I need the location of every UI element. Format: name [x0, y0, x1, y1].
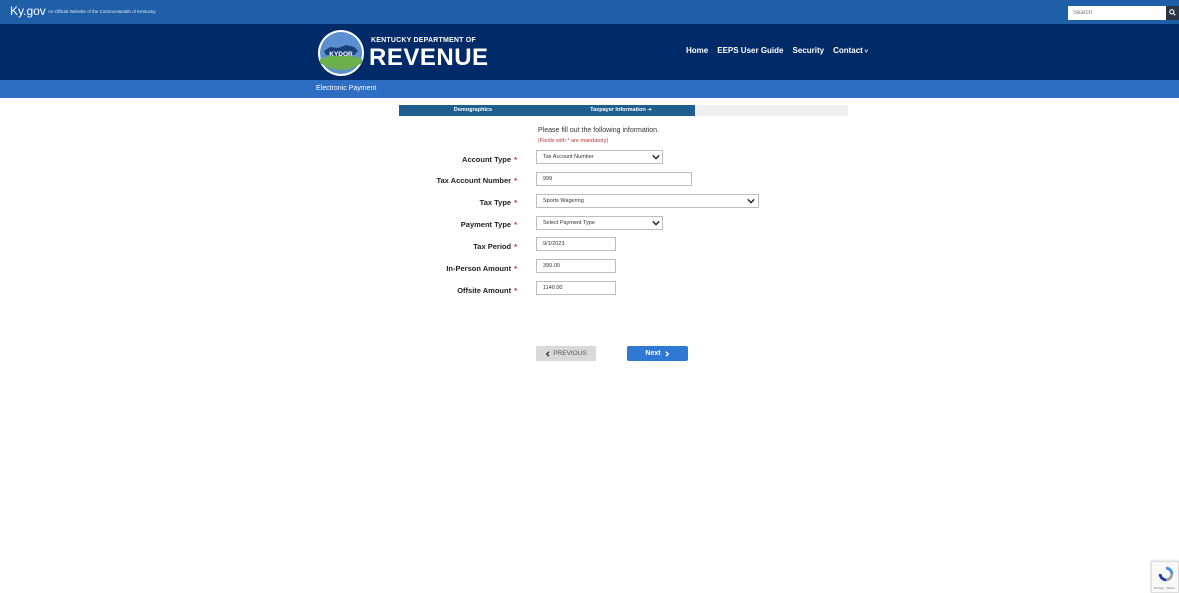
offsite-amount-input[interactable]: 1140.00 [536, 281, 616, 295]
site-title: REVENUE [369, 44, 489, 71]
main-nav: Home EEPS User Guide Security Contact ˅ [686, 46, 868, 55]
tax-account-number-label: Tax Account Number * [297, 176, 517, 185]
required-mark: * [514, 155, 517, 164]
required-mark: * [514, 220, 517, 229]
recaptcha-badge[interactable]: Privacy - Terms [1151, 561, 1179, 593]
tax-period-value: 9/1/2023 [543, 241, 565, 247]
step-taxpayer-information[interactable]: Taxpayer Information ➔ [547, 105, 695, 116]
mandatory-note: (Fields with * are mandatory) [538, 138, 609, 144]
dept-line: KENTUCKY DEPARTMENT OF [371, 37, 476, 44]
account-type-value: Tax Account Number [543, 154, 594, 160]
required-mark: * [514, 176, 517, 185]
page-section-label: Electronic Payment [316, 85, 377, 92]
required-mark: * [514, 286, 517, 295]
logo-text: KYDOR [329, 51, 353, 58]
offsite-amount-value: 1140.00 [543, 285, 563, 291]
step-progress: Demographics Taxpayer Information ➔ [399, 105, 848, 116]
in-person-amount-label-text: In-Person Amount [446, 264, 512, 273]
tax-type-select[interactable]: Sports Wagering [536, 194, 759, 208]
required-mark: * [514, 264, 517, 273]
next-button[interactable]: Next [627, 346, 688, 361]
search-input[interactable] [1068, 6, 1166, 20]
tax-type-label-text: Tax Type [479, 198, 512, 207]
tax-type-label: Tax Type * [297, 198, 517, 207]
previous-button[interactable]: PREVIOUS [536, 346, 596, 361]
step-demographics[interactable]: Demographics [399, 105, 547, 116]
search-icon [1169, 9, 1176, 16]
chevron-down-icon [652, 220, 660, 226]
account-type-label: Account Type * [297, 155, 517, 164]
chevron-down-icon [652, 154, 660, 160]
in-person-amount-input[interactable]: 390.00 [536, 259, 616, 273]
top-bar: Ky.gov An Official Website of the Common… [0, 0, 1179, 24]
tax-period-label: Tax Period * [297, 242, 517, 251]
previous-button-label: PREVIOUS [553, 350, 587, 357]
search-button[interactable] [1166, 6, 1179, 20]
nav-security[interactable]: Security [792, 46, 824, 55]
chevron-down-icon [747, 198, 755, 204]
in-person-amount-value: 390.00 [543, 263, 560, 269]
tax-account-number-input[interactable]: 999 [536, 172, 692, 186]
chevron-down-icon: ˅ [862, 49, 869, 55]
nav-home[interactable]: Home [686, 46, 708, 55]
nav-user-guide[interactable]: EEPS User Guide [717, 46, 783, 55]
chevron-right-icon [665, 350, 669, 357]
recaptcha-text: Privacy - Terms [1154, 586, 1175, 590]
form-intro: Please fill out the following informatio… [538, 127, 660, 134]
kygov-subtitle: An Official Website of the Commonwealth … [48, 9, 156, 14]
tax-type-value: Sports Wagering [543, 198, 584, 204]
payment-type-label: Payment Type * [297, 220, 517, 229]
tax-account-number-label-text: Tax Account Number [436, 176, 512, 185]
chevron-left-icon [545, 350, 550, 357]
sub-bar: Electronic Payment [0, 80, 1179, 98]
tax-account-number-value: 999 [543, 176, 553, 182]
kygov-brand[interactable]: Ky.gov [10, 4, 46, 18]
payment-type-value: Select Payment Type [543, 220, 595, 226]
recaptcha-icon [1158, 566, 1174, 582]
required-mark: * [514, 198, 517, 207]
offsite-amount-label: Offsite Amount * [297, 286, 517, 295]
site-header: KYDOR KENTUCKY DEPARTMENT OF REVENUE Hom… [0, 24, 1179, 80]
next-button-label: Next [645, 350, 661, 357]
account-type-select[interactable]: Tax Account Number [536, 150, 663, 164]
required-mark: * [514, 242, 517, 251]
in-person-amount-label: In-Person Amount * [297, 264, 517, 273]
nav-contact-label: Contact [833, 46, 863, 55]
kydor-logo[interactable]: KYDOR [316, 29, 366, 77]
payment-type-select[interactable]: Select Payment Type [536, 216, 663, 230]
payment-type-label-text: Payment Type [460, 220, 512, 229]
nav-contact[interactable]: Contact ˅ [833, 46, 868, 55]
tax-period-input[interactable]: 9/1/2023 [536, 237, 616, 251]
account-type-label-text: Account Type [462, 155, 512, 164]
offsite-amount-label-text: Offsite Amount [457, 286, 512, 295]
tax-period-label-text: Tax Period [473, 242, 512, 251]
